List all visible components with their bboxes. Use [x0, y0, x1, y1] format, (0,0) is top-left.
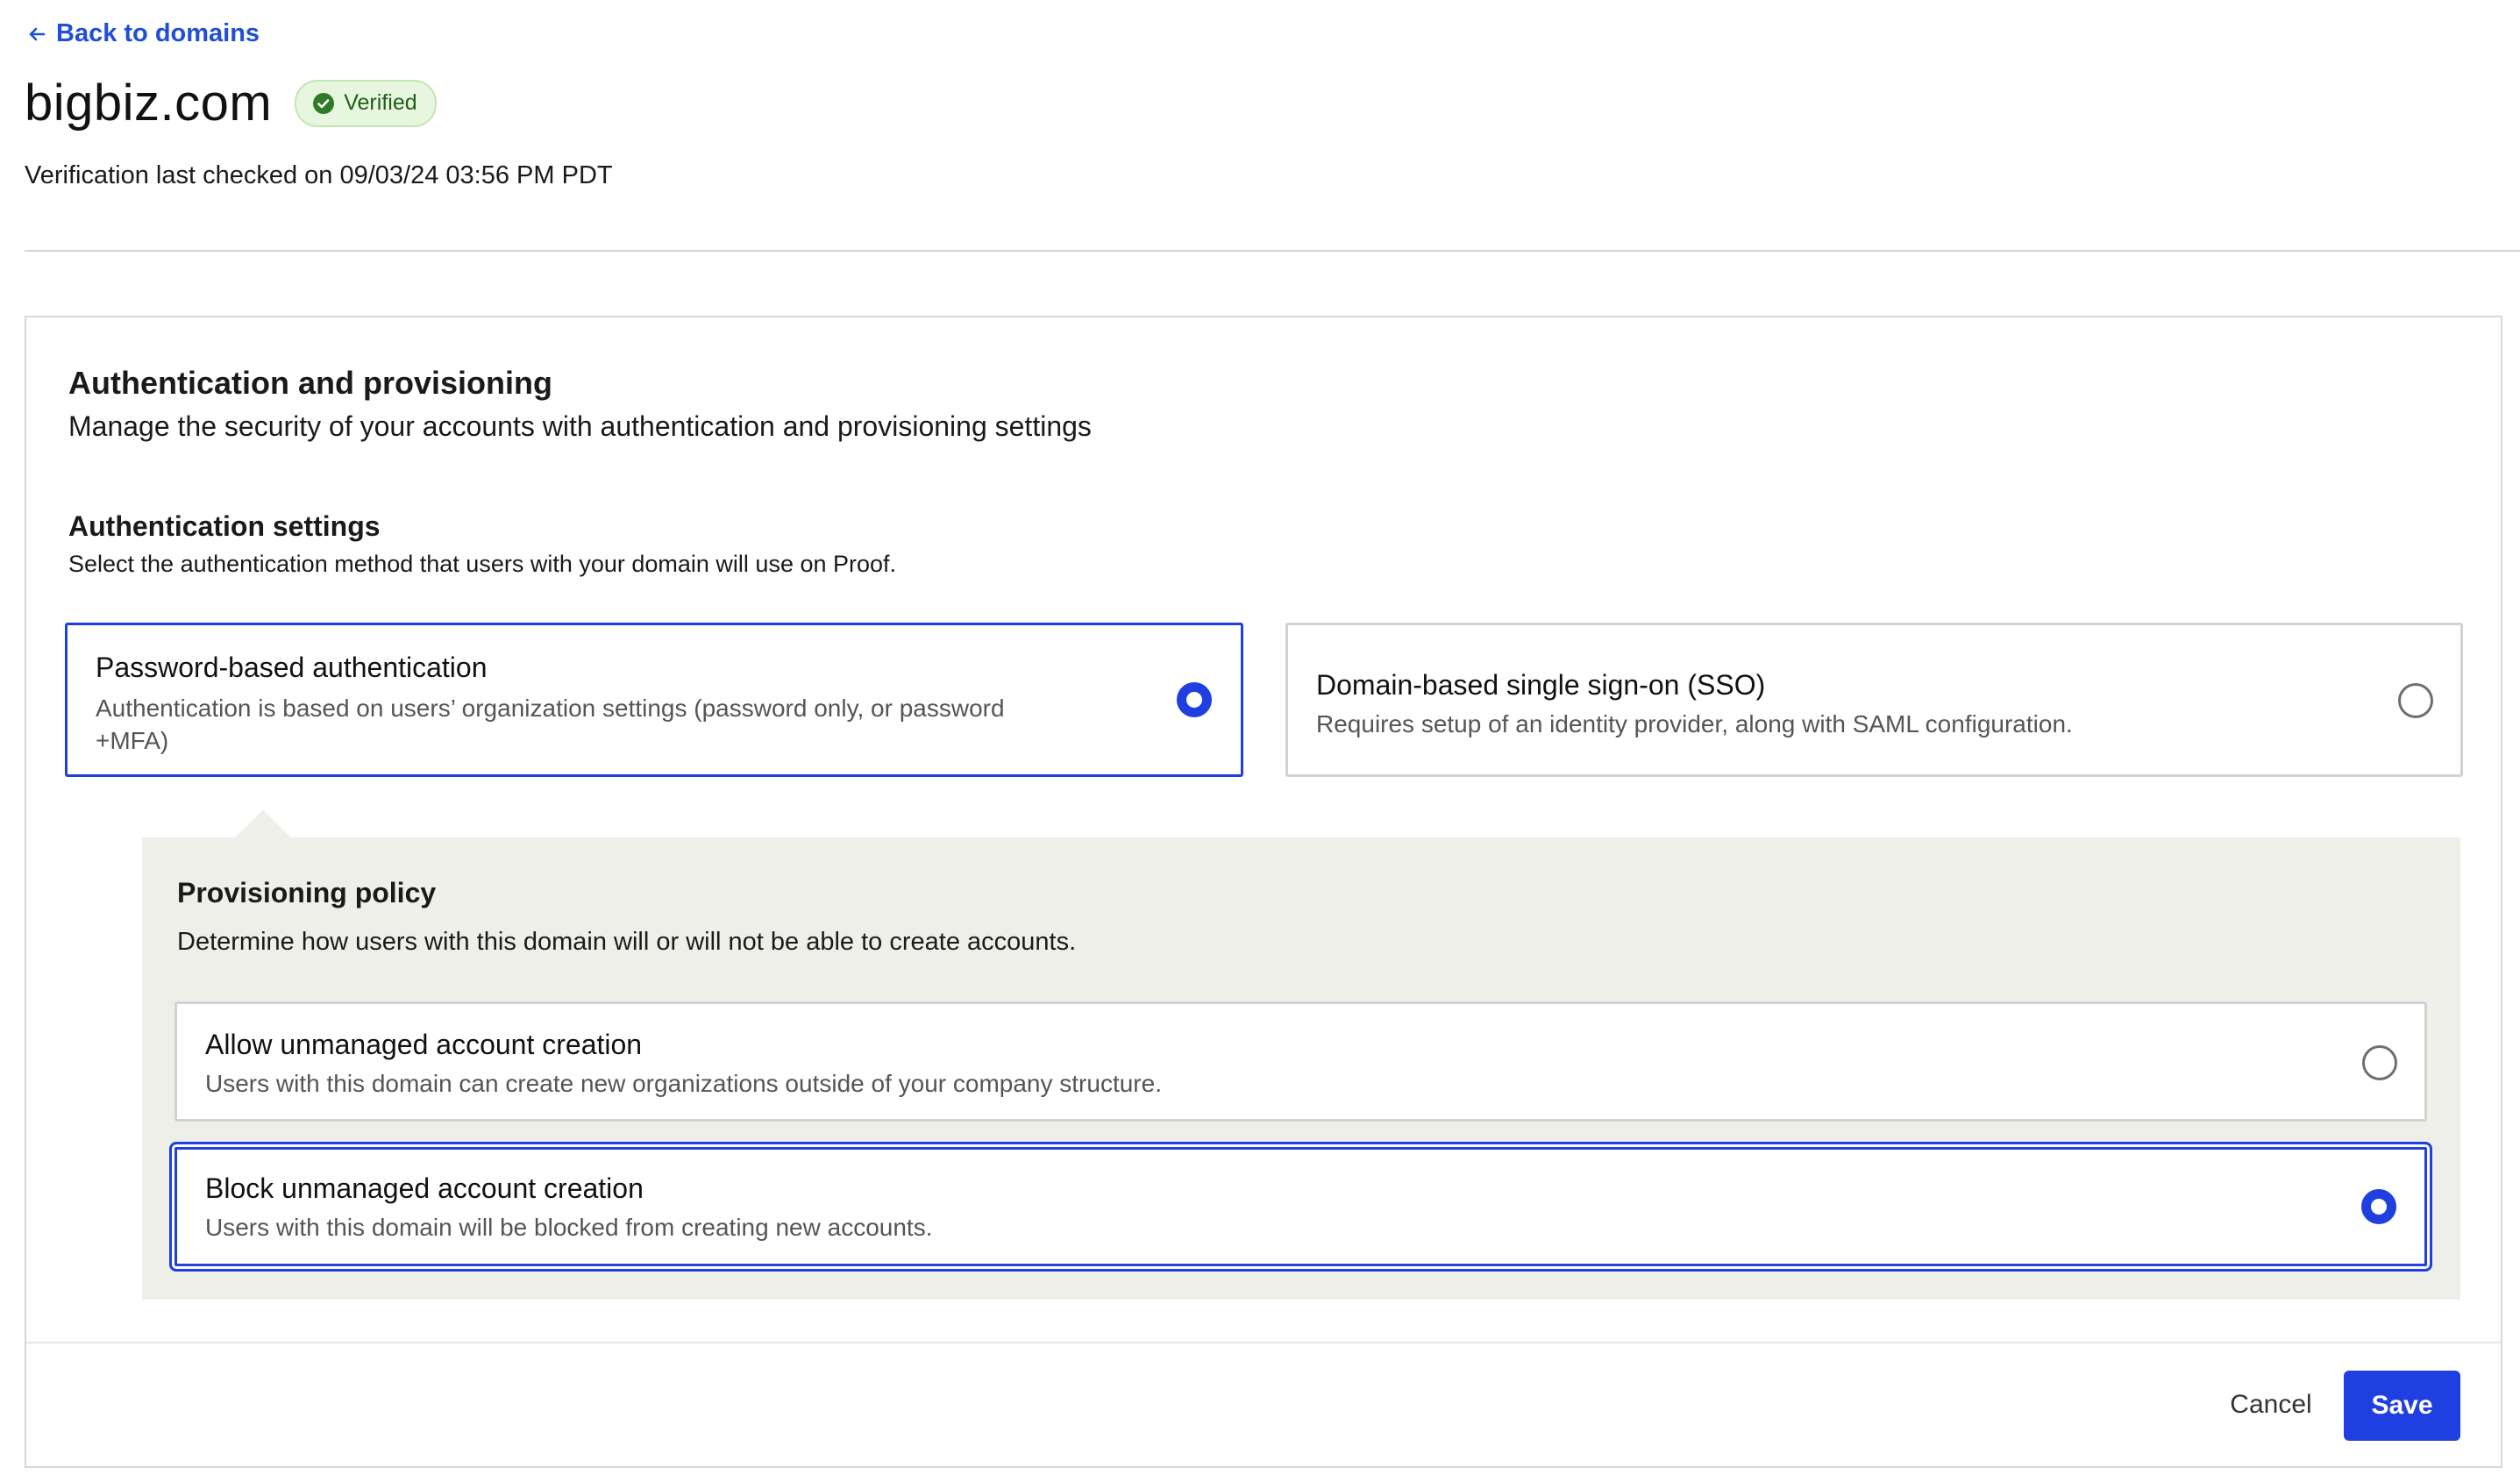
- cancel-button[interactable]: Cancel: [2217, 1370, 2325, 1440]
- auth-settings-title: Authentication settings: [68, 510, 381, 542]
- verification-timestamp: Verification last checked on 09/03/24 03…: [25, 161, 613, 189]
- status-badge: Verified: [295, 79, 437, 127]
- option-description: Users with this domain can create new or…: [205, 1070, 1162, 1097]
- back-link-label: Back to domains: [56, 19, 260, 47]
- sso-auth-option[interactable]: Domain-based single sign-on (SSO) Requir…: [1285, 623, 2463, 777]
- check-circle-icon: [313, 92, 335, 114]
- section-subtitle: Manage the security of your accounts wit…: [68, 410, 1092, 442]
- page-title: bigbiz.com: [25, 75, 273, 132]
- password-auth-option[interactable]: Password-based authentication Authentica…: [65, 623, 1243, 777]
- option-title: Block unmanaged account creation: [205, 1172, 644, 1204]
- option-title: Allow unmanaged account creation: [205, 1029, 643, 1060]
- badge-label: Verified: [344, 90, 417, 115]
- save-button[interactable]: Save: [2344, 1371, 2460, 1441]
- sso-auth-radio[interactable]: [2398, 683, 2433, 718]
- password-auth-radio[interactable]: [1177, 682, 1212, 717]
- provisioning-subtitle: Determine how users with this domain wil…: [177, 928, 1077, 956]
- block-unmanaged-radio[interactable]: [2361, 1189, 2396, 1224]
- option-title: Password-based authentication: [96, 652, 488, 683]
- title-row: bigbiz.com Verified: [25, 74, 437, 132]
- option-title: Domain-based single sign-on (SSO): [1316, 669, 1766, 701]
- footer-divider: [26, 1342, 2501, 1343]
- section-title: Authentication and provisioning: [68, 365, 552, 401]
- arrow-left-icon: [29, 27, 46, 40]
- panel-pointer: [233, 809, 293, 839]
- block-unmanaged-option[interactable]: Block unmanaged account creation Users w…: [169, 1142, 2432, 1272]
- allow-unmanaged-option[interactable]: Allow unmanaged account creation Users w…: [174, 1001, 2427, 1122]
- option-description: Users with this domain will be blocked f…: [205, 1214, 933, 1241]
- auth-settings-subtitle: Select the authentication method that us…: [68, 551, 897, 577]
- back-to-domains-link[interactable]: Back to domains: [28, 19, 260, 48]
- provisioning-title: Provisioning policy: [177, 877, 437, 908]
- allow-unmanaged-radio[interactable]: [2362, 1045, 2397, 1080]
- option-description: Authentication is based on users’ organi…: [96, 695, 1005, 754]
- option-description: Requires setup of an identity provider, …: [1316, 710, 2073, 737]
- header-divider: [25, 250, 2520, 252]
